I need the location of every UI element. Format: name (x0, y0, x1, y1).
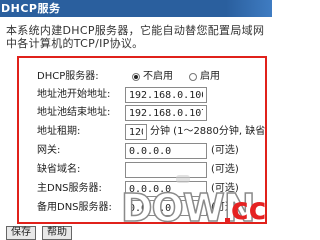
domain-label: 缺省域名: (37, 164, 81, 175)
domain-hint: (可选) (211, 164, 239, 175)
end-ip-field[interactable] (125, 105, 207, 121)
title-bar-accent (226, 0, 272, 17)
description-text: 本系统内建DHCP服务器，它能自动替您配置局域网中各计算机的TCP/IP协议。 (6, 24, 265, 50)
gateway-field[interactable] (125, 143, 207, 159)
window-title: DHCP服务 (1, 2, 61, 15)
lease-field[interactable] (125, 124, 147, 140)
radio-enable-label: 启用 (200, 71, 220, 82)
lease-label: 地址租期: (37, 126, 81, 137)
title-bar: DHCP服务 (0, 0, 272, 17)
domain-field[interactable] (125, 162, 207, 178)
end-ip-label: 地址池结束地址: (37, 107, 111, 118)
start-ip-label: 地址池开始地址: (37, 89, 111, 100)
dhcp-server-label: DHCP服务器: (37, 71, 99, 82)
radio-disable-label: 不启用 (143, 71, 173, 82)
lease-hint: 分钟 (1～2880分钟, 缺省为 (150, 126, 267, 137)
save-button[interactable]: 保存 (6, 226, 36, 240)
radio-enable[interactable] (189, 73, 197, 81)
start-ip-field[interactable] (125, 87, 207, 103)
watermark-logo: DOWN cc (121, 182, 272, 235)
secondary-dns-label: 备用DNS服务器: (37, 202, 112, 213)
primary-dns-label: 主DNS服务器: (37, 183, 102, 194)
watermark-tld-text: cc (231, 192, 267, 227)
radio-disable[interactable] (132, 73, 140, 81)
gateway-hint: (可选) (211, 145, 239, 156)
gateway-label: 网关: (37, 145, 61, 156)
help-button[interactable]: 帮助 (42, 226, 72, 240)
watermark-dot (225, 218, 230, 223)
